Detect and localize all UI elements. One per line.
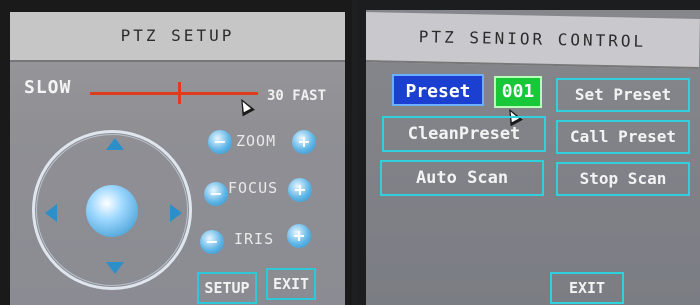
zoom-minus-button[interactable]: − [208, 130, 232, 154]
arrow-up-icon[interactable] [106, 138, 124, 150]
set-preset-button[interactable]: Set Preset [556, 78, 690, 112]
arrow-left-icon[interactable] [45, 204, 57, 222]
ptz-senior-control-screen: PTZ SENIOR CONTROL Preset 001 Set Preset… [366, 10, 700, 305]
speed-slider-thumb[interactable] [178, 82, 181, 104]
speed-slider[interactable] [90, 92, 258, 95]
mouse-cursor-icon [235, 95, 255, 117]
setup-button[interactable]: SETUP [197, 272, 257, 304]
arrow-right-icon[interactable] [170, 204, 182, 222]
clean-preset-button[interactable]: CleanPreset [382, 116, 546, 152]
speed-value-row: 30 FAST [267, 88, 326, 104]
ptz-setup-screen: PTZ SETUP SLOW 30 FAST − ZOOM + − FOCUS … [10, 12, 345, 305]
exit-button-right[interactable]: EXIT [550, 272, 624, 304]
zoom-label: ZOOM [236, 132, 277, 150]
stop-scan-button[interactable]: Stop Scan [556, 162, 690, 196]
zoom-plus-button[interactable]: + [292, 130, 316, 154]
speed-value: 30 [267, 88, 284, 104]
iris-label: IRIS [234, 230, 275, 248]
speed-max-label: FAST [292, 88, 327, 104]
call-preset-button[interactable]: Call Preset [556, 120, 690, 154]
ptz-setup-title: PTZ SETUP [10, 12, 345, 62]
iris-minus-button[interactable]: − [200, 230, 224, 254]
ptz-senior-control-title: PTZ SENIOR CONTROL [366, 12, 700, 69]
exit-button-left[interactable]: EXIT [266, 268, 316, 300]
focus-label: FOCUS [228, 179, 279, 197]
focus-plus-button[interactable]: + [288, 178, 312, 202]
speed-min-label: SLOW [24, 77, 72, 98]
arrow-down-icon[interactable] [106, 262, 124, 274]
focus-minus-button[interactable]: − [204, 182, 228, 206]
ptz-senior-control-panel: PTZ SENIOR CONTROL Preset 001 Set Preset… [358, 0, 700, 305]
ptz-setup-panel: PTZ SETUP SLOW 30 FAST − ZOOM + − FOCUS … [0, 0, 352, 305]
preset-number-field[interactable]: 001 [494, 76, 542, 108]
auto-scan-button[interactable]: Auto Scan [380, 160, 544, 196]
ptz-center-icon[interactable] [86, 185, 138, 237]
preset-label: Preset [392, 74, 484, 106]
iris-plus-button[interactable]: + [287, 224, 311, 248]
